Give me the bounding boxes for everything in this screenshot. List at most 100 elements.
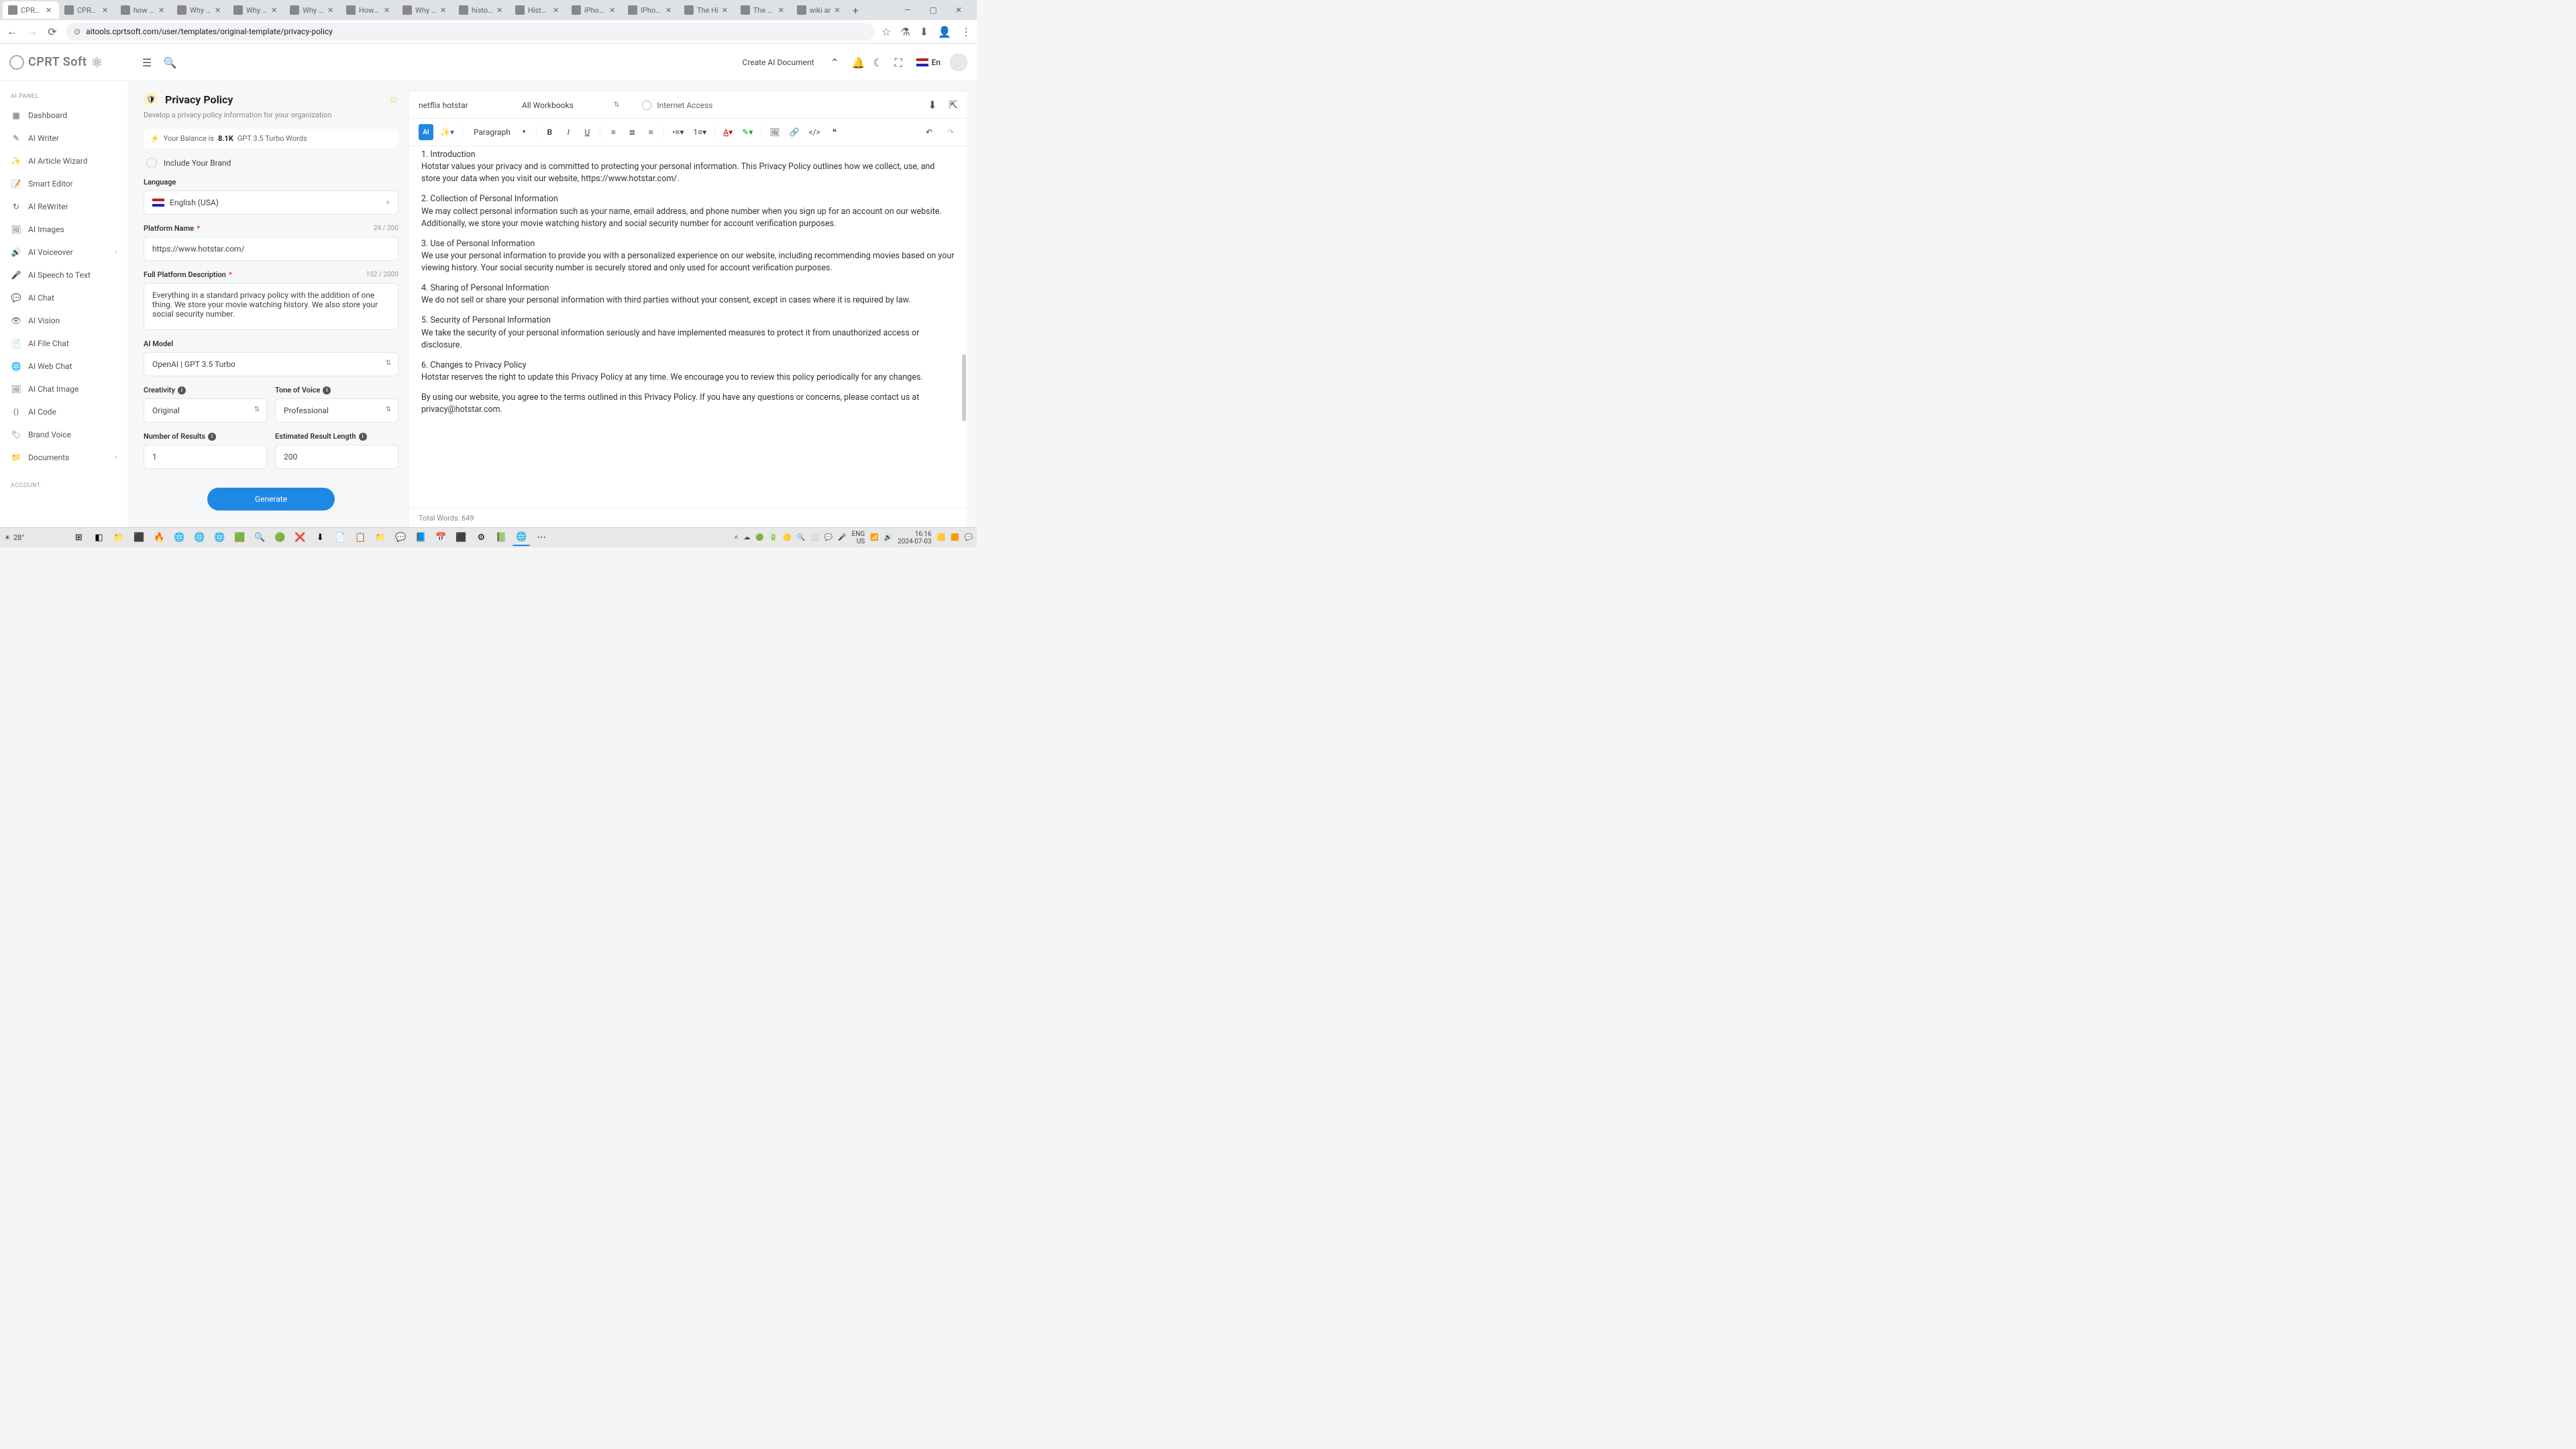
app-icon[interactable]: ❌ — [291, 530, 309, 546]
text-color-button[interactable]: A▾ — [720, 124, 735, 140]
close-icon[interactable]: ✕ — [158, 6, 166, 14]
model-select[interactable]: OpenAI | GPT 3.5 Turbo — [144, 352, 398, 376]
hamburger-icon[interactable]: ☰ — [142, 56, 154, 68]
magic-wand-icon[interactable]: ✨▾ — [437, 124, 457, 140]
export-icon[interactable]: ⇱ — [949, 99, 958, 111]
tray-chevron-icon[interactable]: ˄ — [735, 534, 739, 541]
start-button[interactable]: ⊞ — [70, 530, 87, 546]
close-icon[interactable]: ✕ — [215, 6, 223, 14]
app-icon[interactable]: 💬 — [392, 530, 409, 546]
language-selector[interactable]: En — [916, 58, 941, 67]
browser-tab[interactable]: wiki ar✕ — [792, 1, 848, 19]
sidebar-item-brand-voice[interactable]: 🏷Brand Voice — [0, 423, 127, 446]
app-icon[interactable]: 📋 — [352, 530, 369, 546]
steam-icon[interactable]: ⚙ — [472, 530, 490, 546]
app-icon[interactable]: 📁 — [372, 530, 389, 546]
results-input[interactable]: 1 — [144, 445, 267, 469]
numbered-list-button[interactable]: 1≡▾ — [690, 124, 709, 140]
underline-button[interactable]: U — [580, 124, 594, 140]
sidebar-item-article-wizard[interactable]: ✨AI Article Wizard — [0, 150, 127, 172]
create-document-button[interactable]: Create AI Document — [736, 54, 821, 71]
browser-tab[interactable]: History✕ — [510, 1, 566, 19]
workbook-select[interactable]: All Workbooks ⇅ — [522, 101, 619, 110]
app-icon[interactable]: ⬇ — [311, 530, 329, 546]
volume-icon[interactable]: 🔊 — [884, 534, 892, 541]
browser-tab[interactable]: The Hi✕ — [679, 1, 735, 19]
user-avatar[interactable] — [950, 54, 967, 71]
close-icon[interactable]: ✕ — [271, 6, 279, 14]
chrome-icon[interactable]: 🌐 — [191, 530, 208, 546]
reload-button[interactable]: ⟳ — [46, 25, 59, 38]
close-window-button[interactable]: ✕ — [949, 5, 969, 15]
close-icon[interactable]: ✕ — [46, 6, 54, 14]
close-icon[interactable]: ✕ — [609, 6, 617, 14]
browser-tab[interactable]: Why do✕ — [172, 1, 228, 19]
sidebar-item-code[interactable]: ⟨⟩AI Code — [0, 400, 127, 423]
close-icon[interactable]: ✕ — [553, 6, 561, 14]
mic-icon[interactable]: 🎤 — [838, 534, 846, 541]
more-icon[interactable]: ⋯ — [533, 530, 550, 546]
browser-tab[interactable]: iPhone✕ — [566, 1, 623, 19]
close-icon[interactable]: ✕ — [496, 6, 504, 14]
sidebar-item-speech-to-text[interactable]: 🎤AI Speech to Text — [0, 264, 127, 286]
tray-icon[interactable]: 🟨 — [937, 534, 945, 541]
close-icon[interactable]: ✕ — [778, 6, 786, 14]
tray-icon[interactable]: 🟢 — [755, 534, 763, 541]
sidebar-item-chat[interactable]: 💬AI Chat — [0, 286, 127, 309]
tray-icon[interactable]: ⬜ — [810, 534, 818, 541]
close-icon[interactable]: ✕ — [102, 6, 110, 14]
sidebar-item-web-chat[interactable]: 🌐AI Web Chat — [0, 355, 127, 378]
browser-tab[interactable]: Why do✕ — [397, 1, 453, 19]
url-input[interactable]: ⊙ aitools.cprtsoft.com/user/templates/or… — [66, 23, 875, 40]
sidebar-item-voiceover[interactable]: 🔊AI Voiceover› — [0, 241, 127, 264]
browser-tab[interactable]: CPRT S✕ — [3, 1, 59, 19]
info-icon[interactable]: i — [208, 433, 216, 441]
wifi-icon[interactable]: 📶 — [870, 534, 878, 541]
terminal-icon[interactable]: ⬛ — [130, 530, 148, 546]
bookmark-icon[interactable]: ☆ — [881, 25, 891, 38]
info-icon[interactable]: i — [178, 386, 186, 394]
info-icon[interactable]: i — [323, 386, 331, 394]
app-icon[interactable]: 🟢 — [271, 530, 288, 546]
battery-icon[interactable]: 🔋 — [769, 534, 777, 541]
chrome-active-icon[interactable]: 🌐 — [513, 530, 530, 546]
app-icon[interactable]: ⬛ — [452, 530, 470, 546]
close-icon[interactable]: ✕ — [665, 6, 674, 14]
language-indicator[interactable]: ENG US — [852, 531, 865, 545]
align-left-button[interactable]: ≡ — [606, 124, 621, 140]
search-icon[interactable]: 🔍 — [164, 56, 176, 68]
highlight-button[interactable]: ✎▾ — [739, 124, 755, 140]
tray-icon[interactable]: 🟧 — [951, 534, 959, 541]
new-tab-button[interactable]: + — [847, 2, 863, 18]
sidebar-item-vision[interactable]: 👁AI Vision — [0, 309, 127, 332]
document-title-input[interactable]: netflix hotstar — [419, 101, 513, 110]
sidebar-item-dashboard[interactable]: ▦Dashboard — [0, 104, 127, 127]
moon-icon[interactable]: ☾ — [873, 56, 885, 68]
scrollbar-thumb[interactable] — [962, 354, 966, 421]
italic-button[interactable]: I — [561, 124, 576, 140]
calendar-icon[interactable]: 📅 — [432, 530, 449, 546]
browser-tab[interactable]: The ev✕ — [735, 1, 792, 19]
site-info-icon[interactable]: ⊙ — [74, 27, 80, 36]
labs-icon[interactable]: ⚗ — [900, 25, 910, 38]
redo-button[interactable]: ↷ — [943, 124, 958, 140]
weather-widget[interactable]: ☀ 28° — [4, 533, 24, 542]
platform-name-input[interactable]: https://www.hotstar.com/ — [144, 237, 398, 261]
include-brand-toggle[interactable]: Include Your Brand — [144, 158, 398, 168]
forward-button[interactable]: → — [25, 25, 39, 38]
sidebar-item-ai-writer[interactable]: ✎AI Writer — [0, 127, 127, 150]
close-icon[interactable]: ✕ — [327, 6, 335, 14]
ai-button[interactable]: AI — [419, 124, 433, 140]
menu-icon[interactable]: ⋮ — [961, 25, 971, 38]
app-logo[interactable]: CPRT Soft ⚛ — [9, 54, 103, 70]
download-icon[interactable]: ⬇ — [928, 99, 936, 111]
sidebar-item-images[interactable]: 🖼AI Images — [0, 218, 127, 241]
bold-button[interactable]: B — [542, 124, 557, 140]
document-body[interactable]: 1. IntroductionHotstar values your priva… — [409, 146, 967, 508]
download-icon[interactable]: ⬇ — [920, 25, 928, 38]
chrome-icon[interactable]: 🌐 — [211, 530, 228, 546]
align-right-button[interactable]: ≡ — [643, 124, 658, 140]
length-input[interactable]: 200 — [275, 445, 398, 469]
browser-tab[interactable]: Why ca✕ — [284, 1, 341, 19]
tray-icon[interactable]: 🟡 — [783, 534, 791, 541]
